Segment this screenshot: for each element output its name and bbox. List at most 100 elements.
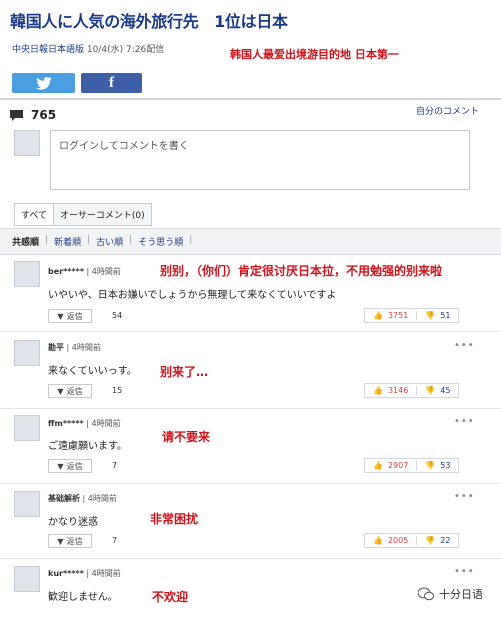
like-button[interactable]: 👍 3751 [365,311,416,320]
article-title: 韓国人に人気の海外旅行先 1位は日本 [10,12,288,31]
like-count: 3751 [387,311,409,320]
comment-text: いやいや、日本お嫌いでしょうから無理して来なくていいですよ [48,290,337,301]
comment-meta: ffm***** | 4時間前 [48,419,121,428]
reply-label: 返信 [66,311,83,321]
translation-note: 非常困扰 [150,512,199,526]
reply-label: 返信 [66,461,83,471]
comment-meta: 勘平 | 4時間前 [48,343,101,352]
comment-time: 4時間前 [91,419,121,428]
comment-time: 4時間前 [71,343,101,352]
reply-count: 7 [112,536,118,545]
avatar [14,415,40,441]
reply-label: 返信 [66,536,83,546]
dislike-button[interactable]: 👎 22 [416,536,458,545]
dislike-count: 53 [440,461,451,470]
like-button[interactable]: 👍 2907 [365,461,416,470]
thumbs-up-icon: 👍 [373,536,383,545]
watermark-text: 十分日语 [439,588,483,601]
comment-user[interactable]: 基础解析 [48,494,80,503]
comment-user[interactable]: ffm***** [48,419,84,428]
comment-count-row: 765 [10,108,56,122]
dislike-count: 51 [440,311,451,320]
dislike-button[interactable]: 👎 53 [416,461,458,470]
thumbs-down-icon: 👎 [425,536,436,545]
thumbs-down-icon: 👎 [425,386,436,395]
comment-user[interactable]: kur***** [48,569,84,578]
comment-meta: kur***** | 4時間前 [48,569,121,578]
reply-button[interactable]: ▼ 返信 [48,384,92,398]
sort-oldest[interactable]: 古い順 [96,235,123,248]
comment-text: かなり迷惑 [48,517,98,528]
sort-empathy[interactable]: 共感順 [12,235,39,248]
like-button[interactable]: 👍 3146 [365,386,416,395]
tab-all[interactable]: すべて [14,203,55,226]
vote-buttons: 👍 2005 👎 22 [364,533,460,548]
reply-count: 54 [112,311,123,320]
more-options-icon[interactable]: ••• [454,416,475,427]
like-button[interactable]: 👍 2005 [365,536,416,545]
comment-time: 4時間前 [91,569,121,578]
dislike-count: 45 [440,386,451,395]
more-options-icon[interactable]: ••• [454,340,475,351]
comment-input[interactable]: ログインしてコメントを書く [50,130,470,190]
comment-text: 歓迎しません。 [48,592,118,603]
reply-count: 15 [112,386,123,395]
chevron-down-icon: ▼ [57,386,64,396]
thumbs-up-icon: 👍 [373,386,383,395]
reply-button[interactable]: ▼ 返信 [48,534,92,548]
dislike-button[interactable]: 👎 45 [416,386,458,395]
source-name[interactable]: 中央日報日本語版 [12,45,84,55]
thumbs-up-icon: 👍 [373,311,383,320]
avatar [14,340,40,366]
dislike-count: 22 [440,536,451,545]
translation-note: 别别，（你们）肯定很讨厌日本拉，不用勉强的别来啦 [160,264,443,278]
thumbs-down-icon: 👎 [425,311,436,320]
article-date: 10/4(水) 7:26配信 [86,45,165,55]
sort-separator: | [189,235,193,245]
chevron-down-icon: ▼ [57,311,64,321]
facebook-share-button[interactable]: f [81,73,142,93]
wechat-icon [418,587,434,601]
comment-time: 4時間前 [87,494,117,503]
comment-time: 4時間前 [91,267,121,276]
reply-button[interactable]: ▼ 返信 [48,309,92,323]
watermark: 十分日语 [418,586,483,602]
reply-button[interactable]: ▼ 返信 [48,459,92,473]
vote-buttons: 👍 3146 👎 45 [364,383,460,398]
speech-bubble-icon [10,109,23,121]
chevron-down-icon: ▼ [57,461,64,471]
comment-user[interactable]: 勘平 [48,343,64,352]
section-divider [0,98,501,100]
comment-divider [0,408,501,409]
avatar [14,261,40,287]
like-count: 3146 [387,386,409,395]
comment-meta: ber***** | 4時間前 [48,267,121,276]
comment-divider [0,331,501,332]
thumbs-up-icon: 👍 [373,461,383,470]
sort-separator: | [129,235,133,245]
avatar [14,491,40,517]
more-options-icon[interactable]: ••• [454,491,475,502]
tab-author-comments[interactable]: オーサーコメント(0) [54,203,152,226]
thumbs-down-icon: 👎 [425,461,436,470]
translation-note: 请不要来 [162,430,211,444]
sort-agree[interactable]: そう思う順 [138,235,183,248]
vote-buttons: 👍 2907 👎 53 [364,458,460,473]
comment-text: ご遠慮願います。 [48,441,127,452]
chevron-down-icon: ▼ [57,536,64,546]
sort-options: 共感順 | 新着順 | 古い順 | そう思う順 | [12,235,192,248]
sort-newest[interactable]: 新着順 [54,235,81,248]
translation-note: 不欢迎 [152,590,189,604]
translation-note: 别来了… [160,365,209,379]
more-options-icon[interactable]: ••• [454,566,475,577]
comment-user[interactable]: ber***** [48,267,84,276]
twitter-share-button[interactable] [12,73,75,93]
my-comments-link[interactable]: 自分のコメント [416,104,479,117]
avatar [14,130,40,156]
like-count: 2907 [387,461,409,470]
article-source: 中央日報日本語版 10/4(水) 7:26配信 [12,42,164,55]
dislike-button[interactable]: 👎 51 [416,311,458,320]
reply-label: 返信 [66,386,83,396]
sort-separator: | [87,235,91,245]
vote-buttons: 👍 3751 👎 51 [364,308,460,323]
